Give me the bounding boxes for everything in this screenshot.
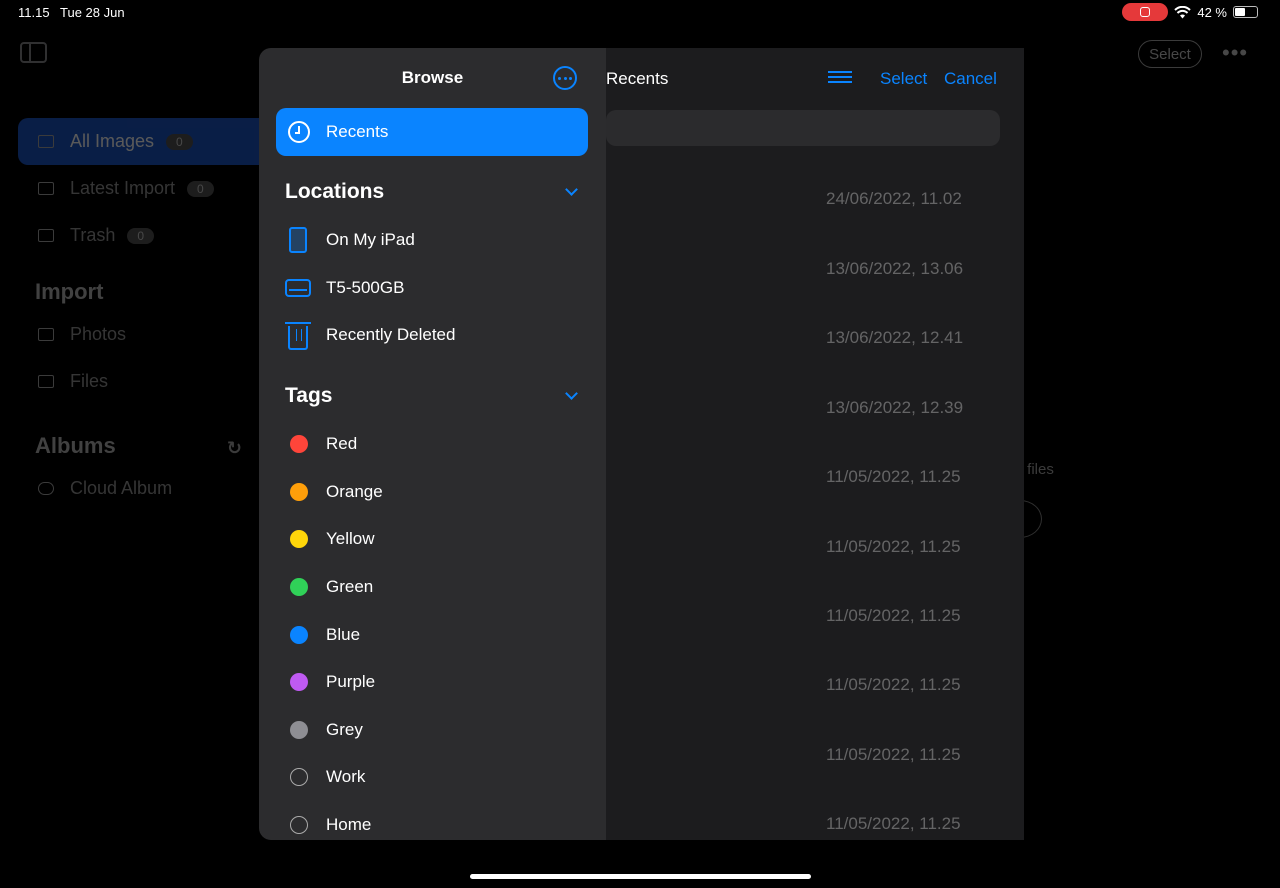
sidebar-item-label: Trash — [70, 225, 116, 245]
file-date: 11/05/2022, 11.25 — [826, 675, 961, 694]
count-badge: 0 — [166, 133, 193, 150]
purple-tag-dot-icon — [290, 673, 308, 691]
files-panel: Recents Select Cancel 24/06/2022, 11.02 … — [606, 48, 1024, 840]
home-indicator[interactable] — [470, 874, 811, 879]
tag-label: Home — [326, 815, 372, 834]
location-t5-500gb[interactable]: T5-500GB — [285, 273, 404, 303]
file-date: 13/06/2022, 13.06 — [826, 259, 964, 278]
albums-section: Albums ↻ — [0, 405, 300, 465]
image-icon — [38, 375, 54, 388]
app-sidebar: All Images 0 Latest Import 0 Trash 0 Imp… — [0, 100, 300, 512]
locations-section-title: Locations — [285, 180, 385, 203]
tag-label: Green — [326, 577, 374, 596]
tag-label: Work — [326, 767, 366, 786]
files-select-button[interactable]: Select — [880, 69, 927, 89]
tag-label: Yellow — [326, 529, 375, 548]
sidebar-item-latest-import[interactable]: Latest Import 0 — [0, 165, 300, 212]
grey-tag-dot-icon — [290, 721, 308, 739]
file-date: 13/06/2022, 12.39 — [826, 398, 964, 417]
sidebar-item-label: Latest Import — [70, 178, 176, 198]
sidebar-item-label: All Images — [70, 131, 155, 151]
count-badge: 0 — [187, 180, 214, 197]
tag-home[interactable]: Home — [285, 810, 371, 840]
tag-red[interactable]: Red — [285, 429, 357, 459]
trash-icon — [285, 322, 311, 350]
sidebar-item-all-images[interactable]: All Images 0 — [18, 118, 300, 165]
albums-section-title: Albums — [35, 433, 116, 458]
import-icon — [38, 182, 54, 195]
green-tag-dot-icon — [290, 578, 308, 596]
clock-icon — [288, 121, 310, 143]
browse-panel: Browse Recents Locations On My iPad T5-5… — [259, 48, 606, 840]
tag-green[interactable]: Green — [285, 572, 373, 602]
tag-label: Purple — [326, 672, 376, 691]
file-date: 13/06/2022, 12.41 — [826, 328, 964, 347]
tags-chevron-icon[interactable] — [565, 387, 578, 400]
sidebar-item-trash[interactable]: Trash 0 — [0, 212, 300, 259]
sidebar-toggle-icon[interactable] — [20, 42, 47, 63]
red-tag-dot-icon — [290, 435, 308, 453]
list-view-icon[interactable] — [828, 68, 852, 86]
drive-icon — [285, 279, 311, 297]
tags-section-title: Tags — [285, 384, 333, 407]
files-search-field[interactable] — [606, 110, 1000, 146]
location-recently-deleted[interactable]: Recently Deleted — [285, 320, 455, 350]
tag-label: Orange — [326, 482, 383, 501]
refresh-icon[interactable]: ↻ — [227, 438, 242, 459]
recents-label: Recents — [326, 122, 389, 141]
background-more-icon[interactable]: ••• — [1222, 40, 1248, 66]
count-badge: 0 — [127, 227, 155, 244]
sidebar-item-cloud-album[interactable]: Cloud Album — [0, 465, 300, 512]
import-section-title: Import — [35, 279, 104, 304]
tag-label: Red — [326, 434, 358, 453]
tag-label: Blue — [326, 625, 361, 644]
orange-tag-dot-icon — [290, 483, 308, 501]
tag-blue[interactable]: Blue — [285, 620, 360, 650]
locations-chevron-icon[interactable] — [565, 183, 578, 196]
sidebar-item-label: Files — [70, 371, 109, 391]
trash-icon — [38, 229, 54, 242]
tag-grey[interactable]: Grey — [285, 715, 363, 745]
sidebar-item-label: Cloud Album — [70, 478, 173, 498]
blue-tag-dot-icon — [290, 626, 308, 644]
cloud-icon — [38, 482, 54, 495]
file-date: 11/05/2022, 11.25 — [826, 814, 961, 833]
yellow-tag-dot-icon — [290, 530, 308, 548]
file-date: 24/06/2022, 11.02 — [826, 189, 962, 208]
tag-work[interactable]: Work — [285, 762, 365, 792]
sidebar-item-label: Photos — [70, 324, 127, 344]
sidebar-item-files[interactable]: Files — [0, 358, 300, 405]
location-label: Recently Deleted — [326, 325, 456, 344]
more-options-icon[interactable] — [553, 66, 577, 90]
tag-orange[interactable]: Orange — [285, 477, 383, 507]
empty-tag-dot-icon — [290, 816, 308, 834]
file-date: 11/05/2022, 11.25 — [826, 467, 961, 486]
tag-purple[interactable]: Purple — [285, 667, 375, 697]
sidebar-item-photos[interactable]: Photos — [0, 311, 300, 358]
ipad-icon — [289, 227, 307, 253]
location-label: On My iPad — [326, 230, 415, 249]
location-label: T5-500GB — [326, 278, 405, 297]
files-cancel-button[interactable]: Cancel — [944, 69, 997, 89]
image-icon — [38, 135, 54, 148]
file-date: 11/05/2022, 11.25 — [826, 537, 961, 556]
image-icon — [38, 328, 54, 341]
file-date: 11/05/2022, 11.25 — [826, 606, 961, 625]
tag-label: Grey — [326, 720, 363, 739]
files-title: Recents — [606, 69, 669, 88]
location-on-my-ipad[interactable]: On My iPad — [285, 225, 415, 255]
file-date: 11/05/2022, 11.25 — [826, 745, 961, 764]
background-select-button[interactable]: Select — [1138, 40, 1202, 68]
recents-item[interactable]: Recents — [276, 108, 588, 156]
empty-tag-dot-icon — [290, 768, 308, 786]
tag-yellow[interactable]: Yellow — [285, 524, 375, 554]
